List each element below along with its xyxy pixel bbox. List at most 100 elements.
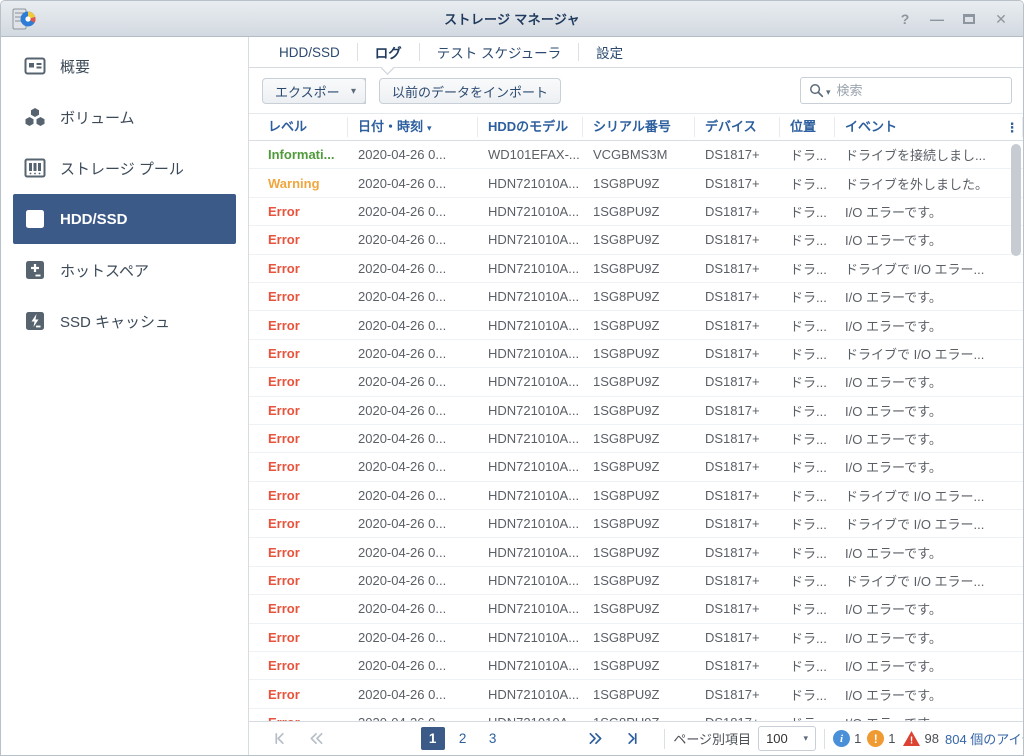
cell-datetime: 2020-04-26 0...: [348, 318, 478, 333]
column-header-model[interactable]: HDDのモデル: [478, 117, 583, 137]
column-header-event[interactable]: イベント: [835, 117, 1023, 137]
cell-serial: 1SG8PU9Z: [583, 687, 695, 702]
last-page-icon[interactable]: [620, 728, 642, 750]
search-input[interactable]: [837, 83, 1003, 98]
cell-location: ドラ...: [780, 543, 835, 562]
cell-location: ドラ...: [780, 174, 835, 193]
maximize-icon[interactable]: [961, 11, 977, 27]
cell-serial: VCGBMS3M: [583, 147, 695, 162]
cell-level: Error: [249, 204, 348, 219]
search-box[interactable]: ▾: [800, 77, 1012, 104]
tab-log[interactable]: ログ: [358, 37, 419, 68]
table-row[interactable]: Error 2020-04-26 0... HDN721010A... 1SG8…: [249, 567, 1023, 595]
table-header: レベル 日付・時刻▾ HDDのモデル シリアル番号 デバイス 位置 イベント ⋮: [249, 113, 1023, 141]
table-row[interactable]: Error 2020-04-26 0... HDN721010A... 1SG8…: [249, 425, 1023, 453]
table-row[interactable]: Error 2020-04-26 0... HDN721010A... 1SG8…: [249, 510, 1023, 538]
minimize-icon[interactable]: —: [929, 11, 945, 27]
page-number-button[interactable]: 2: [451, 727, 475, 750]
table-row[interactable]: Informati... 2020-04-26 0... WD101EFAX-.…: [249, 141, 1023, 169]
table-row[interactable]: Warning 2020-04-26 0... HDN721010A... 1S…: [249, 169, 1023, 197]
items-per-page-label: ページ別項目: [673, 729, 751, 748]
sidebar-item-volume[interactable]: ボリューム: [13, 92, 236, 142]
import-previous-data-button[interactable]: 以前のデータをインポート: [379, 78, 561, 104]
vertical-scrollbar[interactable]: [1011, 144, 1021, 256]
cell-model: HDN721010A...: [478, 488, 583, 503]
tab-test-scheduler[interactable]: テスト スケジューラ: [420, 37, 578, 68]
cell-event: ドライブで I/O エラー...: [835, 259, 1023, 278]
table-row[interactable]: Error 2020-04-26 0... HDN721010A... 1SG8…: [249, 538, 1023, 566]
column-header-serial[interactable]: シリアル番号: [583, 117, 695, 137]
column-header-location[interactable]: 位置: [780, 117, 835, 137]
cell-location: ドラ...: [780, 259, 835, 278]
table-row[interactable]: Error 2020-04-26 0... HDN721010A... 1SG8…: [249, 226, 1023, 254]
table-row[interactable]: Error 2020-04-26 0... HDN721010A... 1SG8…: [249, 709, 1023, 721]
cell-level: Error: [249, 488, 348, 503]
table-row[interactable]: Error 2020-04-26 0... HDN721010A... 1SG8…: [249, 283, 1023, 311]
table-row[interactable]: Error 2020-04-26 0... HDN721010A... 1SG8…: [249, 340, 1023, 368]
page-number-button[interactable]: 3: [481, 727, 505, 750]
first-page-icon[interactable]: [269, 728, 291, 750]
error-count-group[interactable]: ! 98: [902, 730, 939, 747]
storage-pool-icon: [23, 156, 47, 180]
cell-location: ドラ...: [780, 429, 835, 448]
table-row[interactable]: Error 2020-04-26 0... HDN721010A... 1SG8…: [249, 198, 1023, 226]
cell-event: I/O エラーです。: [835, 372, 1023, 391]
column-header-device[interactable]: デバイス: [695, 117, 780, 137]
cell-device: DS1817+: [695, 232, 780, 247]
title-bar[interactable]: ストレージ マネージャ ? — ✕: [1, 1, 1023, 37]
page-number-button[interactable]: 1: [421, 727, 445, 750]
cell-serial: 1SG8PU9Z: [583, 431, 695, 446]
cell-serial: 1SG8PU9Z: [583, 176, 695, 191]
next-page-icon[interactable]: [584, 728, 606, 750]
cell-datetime: 2020-04-26 0...: [348, 601, 478, 616]
table-row[interactable]: Error 2020-04-26 0... HDN721010A... 1SG8…: [249, 453, 1023, 481]
cell-location: ドラ...: [780, 571, 835, 590]
tab-settings[interactable]: 設定: [579, 37, 640, 68]
export-dropdown-button[interactable]: ▾: [342, 78, 366, 104]
sidebar-item-overview[interactable]: 概要: [13, 41, 236, 91]
table-row[interactable]: Error 2020-04-26 0... HDN721010A... 1SG8…: [249, 368, 1023, 396]
sidebar-item-ssd-cache[interactable]: SSD キャッシュ: [13, 296, 236, 346]
tab-hdd-ssd[interactable]: HDD/SSD: [262, 37, 357, 68]
cell-datetime: 2020-04-26 0...: [348, 403, 478, 418]
table-row[interactable]: Error 2020-04-26 0... HDN721010A... 1SG8…: [249, 311, 1023, 339]
cell-device: DS1817+: [695, 204, 780, 219]
info-count-group[interactable]: i 1: [833, 730, 861, 747]
table-row[interactable]: Error 2020-04-26 0... HDN721010A... 1SG8…: [249, 255, 1023, 283]
cell-model: HDN721010A...: [478, 374, 583, 389]
table-row[interactable]: Error 2020-04-26 0... HDN721010A... 1SG8…: [249, 482, 1023, 510]
table-row[interactable]: Error 2020-04-26 0... HDN721010A... 1SG8…: [249, 595, 1023, 623]
cell-serial: 1SG8PU9Z: [583, 601, 695, 616]
table-row[interactable]: Error 2020-04-26 0... HDN721010A... 1SG8…: [249, 680, 1023, 708]
cell-event: I/O エラーです。: [835, 401, 1023, 420]
cell-event: I/O エラーです。: [835, 543, 1023, 562]
items-per-page-select[interactable]: 100 ▾: [758, 726, 816, 751]
cell-datetime: 2020-04-26 0...: [348, 204, 478, 219]
cell-level: Error: [249, 658, 348, 673]
cell-model: HDN721010A...: [478, 573, 583, 588]
cell-location: ドラ...: [780, 401, 835, 420]
table-row[interactable]: Error 2020-04-26 0... HDN721010A... 1SG8…: [249, 624, 1023, 652]
table-row[interactable]: Error 2020-04-26 0... HDN721010A... 1SG8…: [249, 397, 1023, 425]
cell-serial: 1SG8PU9Z: [583, 459, 695, 474]
cell-datetime: 2020-04-26 0...: [348, 488, 478, 503]
table-row[interactable]: Error 2020-04-26 0... HDN721010A... 1SG8…: [249, 652, 1023, 680]
sidebar-item-hdd-ssd[interactable]: HDD/SSD: [13, 194, 236, 244]
column-header-level[interactable]: レベル: [249, 117, 348, 137]
sidebar-item-hot-spare[interactable]: ホットスペア: [13, 245, 236, 295]
column-settings-icon[interactable]: ⋮: [1004, 119, 1020, 137]
help-icon[interactable]: ?: [897, 11, 913, 27]
cell-location: ドラ...: [780, 316, 835, 335]
column-header-datetime[interactable]: 日付・時刻▾: [348, 117, 478, 137]
warning-count-group[interactable]: ! 1: [867, 730, 895, 747]
cell-serial: 1SG8PU9Z: [583, 658, 695, 673]
cell-serial: 1SG8PU9Z: [583, 715, 695, 721]
search-filter-dropdown-icon[interactable]: ▾: [826, 87, 831, 98]
cell-location: ドラ...: [780, 344, 835, 363]
cell-model: HDN721010A...: [478, 261, 583, 276]
previous-page-icon[interactable]: [305, 728, 327, 750]
sort-desc-icon: ▾: [427, 123, 432, 133]
sidebar: 概要 ボリューム ストレージ プール HDD/SSD ホットスペア SSD キャ…: [1, 37, 249, 755]
sidebar-item-storage-pool[interactable]: ストレージ プール: [13, 143, 236, 193]
close-icon[interactable]: ✕: [993, 11, 1009, 27]
